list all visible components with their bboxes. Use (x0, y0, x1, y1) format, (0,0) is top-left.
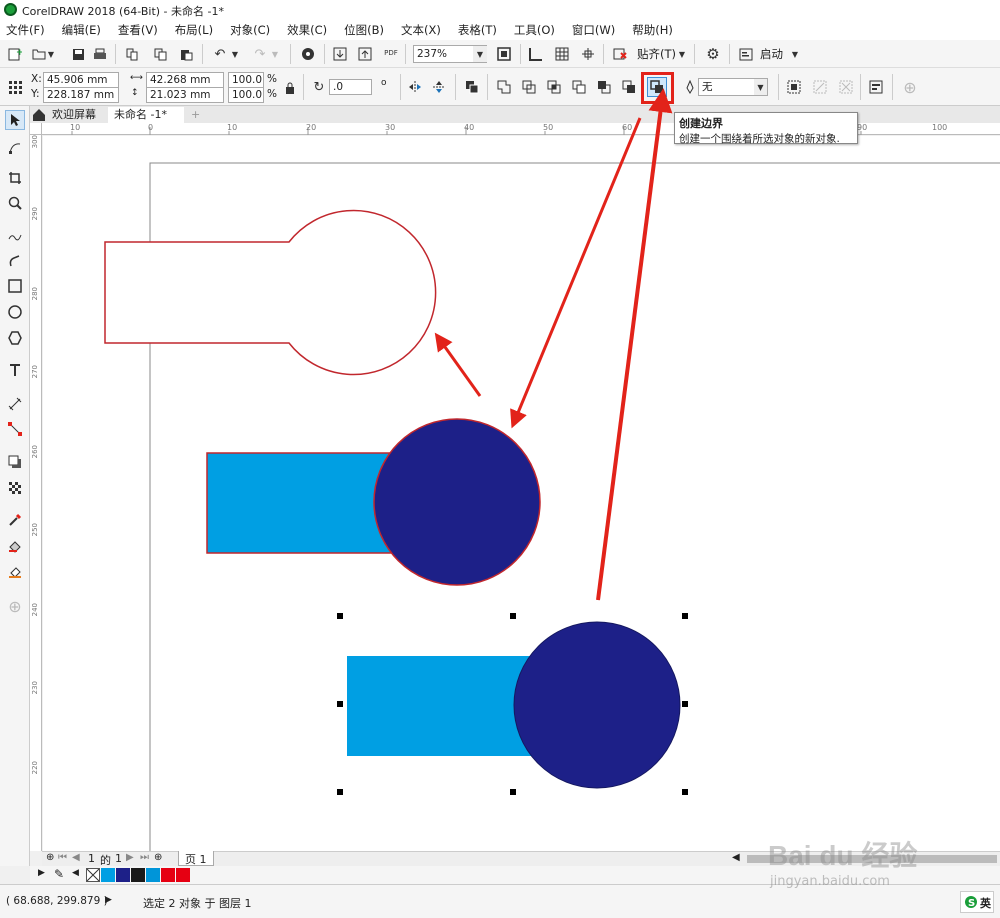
palette-expand-icon[interactable]: ▶ (38, 868, 45, 878)
status-bar: ( 68.688, 299.879 ) ▶ 选定 2 对象 于 图层 1 S 英 (0, 884, 1000, 918)
tooltip-title: 创建边界 (679, 117, 723, 130)
tooltip: 创建边界 创建一个围绕着所选对象的新对象. (674, 112, 858, 145)
color-swatch-red[interactable] (176, 868, 190, 882)
cursor-coordinates: ( 68.688, 299.879 ) (6, 895, 108, 907)
fill-eyedropper-icon[interactable]: ✎ (54, 867, 64, 881)
selection-status: 选定 2 对象 于 图层 1 (143, 897, 252, 910)
prev-page-icon[interactable]: ◀ (72, 852, 80, 863)
last-page-icon[interactable]: ⏭ (140, 852, 149, 863)
tooltip-description: 创建一个围绕着所选对象的新对象. (679, 133, 840, 145)
page-tab[interactable]: 页 1 (178, 851, 214, 866)
color-swatch[interactable] (101, 868, 115, 882)
scroll-left-icon[interactable]: ◀ (732, 852, 740, 863)
total-pages: 1 (115, 852, 122, 865)
palette-scroll-icon[interactable]: ◀ (72, 868, 79, 878)
next-page-icon[interactable]: ▶ (126, 852, 134, 863)
add-page-icon[interactable]: ⊕ (46, 852, 54, 863)
current-page-number: 1 (88, 852, 95, 865)
svg-text:S: S (968, 898, 975, 909)
first-page-icon[interactable]: ⏮ (58, 852, 67, 863)
ime-mode-label: 英 (980, 897, 991, 910)
page-navigator: ⊕ ⏮ ◀ 1 的 1 ▶ ⏭ ⊕ 页 1 ◀ (42, 851, 1000, 867)
color-swatch[interactable] (161, 868, 175, 882)
ime-indicator[interactable]: S 英 (960, 891, 994, 913)
add-page-after-icon[interactable]: ⊕ (154, 852, 162, 863)
status-expand-icon[interactable]: ▶ (105, 895, 112, 905)
horizontal-scrollbar[interactable] (747, 855, 997, 863)
color-palette: ▶ ✎ ◀ (30, 866, 1000, 884)
color-swatch[interactable] (146, 868, 160, 882)
no-color-swatch[interactable] (86, 868, 100, 882)
color-swatch[interactable] (116, 868, 130, 882)
color-swatch[interactable] (131, 868, 145, 882)
